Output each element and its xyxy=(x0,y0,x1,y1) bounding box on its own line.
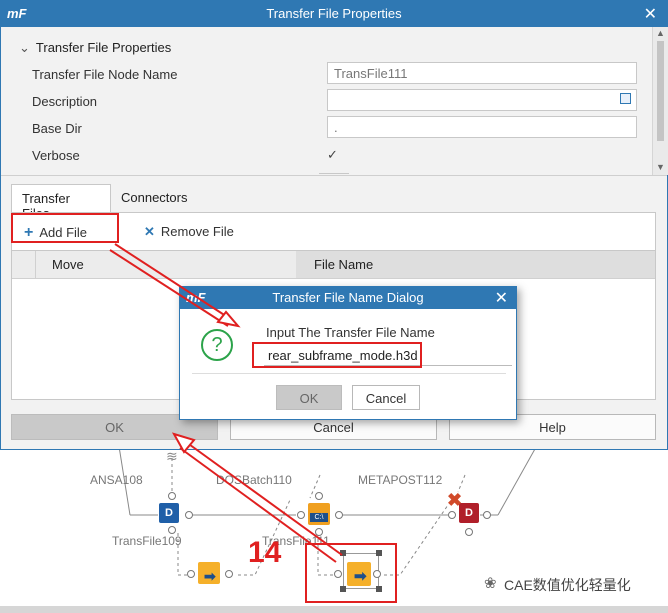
node-label-metapost112: METAPOST112 xyxy=(358,473,443,487)
column-header-file-name[interactable]: File Name xyxy=(296,251,655,279)
field-label-verbose: Verbose xyxy=(32,148,80,163)
node-name-field[interactable]: TransFile111 xyxy=(327,62,637,84)
tab-connectors[interactable]: Connectors xyxy=(111,184,201,212)
verbose-checkbox[interactable]: ✓ xyxy=(327,147,338,163)
output-port[interactable] xyxy=(185,511,193,519)
output-port[interactable] xyxy=(335,511,343,519)
output-port[interactable] xyxy=(373,570,381,578)
input-port[interactable] xyxy=(315,528,323,536)
scroll-thumb[interactable] xyxy=(657,41,664,141)
resize-handle[interactable] xyxy=(376,586,382,592)
input-prompt: Input The Transfer File Name xyxy=(266,325,435,340)
question-icon: ? xyxy=(201,329,233,361)
edit-icon[interactable] xyxy=(620,93,631,104)
title-bar[interactable]: mF Transfer File Properties ✕ xyxy=(1,1,667,27)
dos-batch-icon[interactable]: C:\ xyxy=(308,503,330,525)
remove-file-label: Remove File xyxy=(160,224,234,239)
input-port[interactable] xyxy=(297,511,305,519)
field-label-base-dir: Base Dir xyxy=(32,121,82,136)
input-port[interactable] xyxy=(315,492,323,500)
error-x-icon: ✖ xyxy=(447,490,463,510)
transfer-file-icon[interactable]: ➡ xyxy=(347,562,371,586)
step-number: 14 xyxy=(248,536,282,569)
input-port[interactable] xyxy=(187,570,195,578)
node-label-ansa108: ANSA108 xyxy=(90,473,143,487)
hand-cursor-icon: ≋ xyxy=(166,448,178,464)
divider xyxy=(192,373,506,374)
add-file-highlight xyxy=(11,213,119,243)
transfer-file-icon[interactable]: ➡ xyxy=(198,562,220,584)
watermark-text: CAE数值优化轻量化 xyxy=(504,577,631,593)
ansa-node-icon[interactable]: D xyxy=(159,503,179,523)
base-dir-field[interactable]: . xyxy=(327,116,637,138)
chevron-down-icon[interactable]: ⌄ xyxy=(19,40,30,56)
resize-handle[interactable] xyxy=(340,586,346,592)
file-name-highlight xyxy=(252,342,422,368)
splitter-handle[interactable] xyxy=(319,173,349,174)
scroll-down-icon[interactable]: ▼ xyxy=(656,162,665,172)
tab-transfer-files[interactable]: Transfer Files xyxy=(11,184,111,221)
table-corner xyxy=(12,251,36,279)
resize-handle[interactable] xyxy=(340,550,346,556)
field-label-description: Description xyxy=(32,94,98,109)
properties-scrollbar[interactable]: ▲ ▼ xyxy=(652,27,668,175)
node-label-transfile109: TransFile109 xyxy=(112,534,182,548)
field-label-node-name: Transfer File Node Name xyxy=(32,67,178,82)
dialog-title: Transfer File Properties xyxy=(266,6,402,21)
output-port[interactable] xyxy=(225,570,233,578)
input-port[interactable] xyxy=(168,526,176,534)
dialog-title: Transfer File Name Dialog xyxy=(272,290,424,305)
close-icon[interactable]: ✕ xyxy=(644,4,657,24)
properties-panel: ⌄ Transfer File Properties Transfer File … xyxy=(1,27,651,175)
remove-file-button[interactable]: ✕ Remove File xyxy=(134,219,244,245)
description-field[interactable] xyxy=(327,89,637,111)
dialog-cancel-button[interactable]: Cancel xyxy=(352,385,420,410)
transfer-file-name-dialog: mF Transfer File Name Dialog ✕ ? Input T… xyxy=(179,286,517,420)
dialog-ok-button[interactable]: OK xyxy=(276,385,342,410)
scroll-up-icon[interactable]: ▲ xyxy=(656,28,665,38)
node-label-dosbatch110: DOSBatch110 xyxy=(216,473,292,487)
wechat-icon: ❀ xyxy=(484,575,497,592)
input-port[interactable] xyxy=(334,570,342,578)
input-port[interactable] xyxy=(168,492,176,500)
divider xyxy=(1,175,667,176)
close-icon[interactable]: ✕ xyxy=(495,288,508,308)
section-header[interactable]: ⌄ Transfer File Properties xyxy=(19,40,171,56)
input-port[interactable] xyxy=(448,511,456,519)
resize-handle[interactable] xyxy=(376,550,382,556)
close-icon: ✕ xyxy=(144,224,155,239)
column-header-move[interactable]: Move xyxy=(36,251,296,279)
section-title: Transfer File Properties xyxy=(35,40,172,55)
input-port[interactable] xyxy=(465,528,473,536)
dialog-title-bar[interactable]: mF Transfer File Name Dialog ✕ xyxy=(180,287,516,309)
output-port[interactable] xyxy=(483,511,491,519)
